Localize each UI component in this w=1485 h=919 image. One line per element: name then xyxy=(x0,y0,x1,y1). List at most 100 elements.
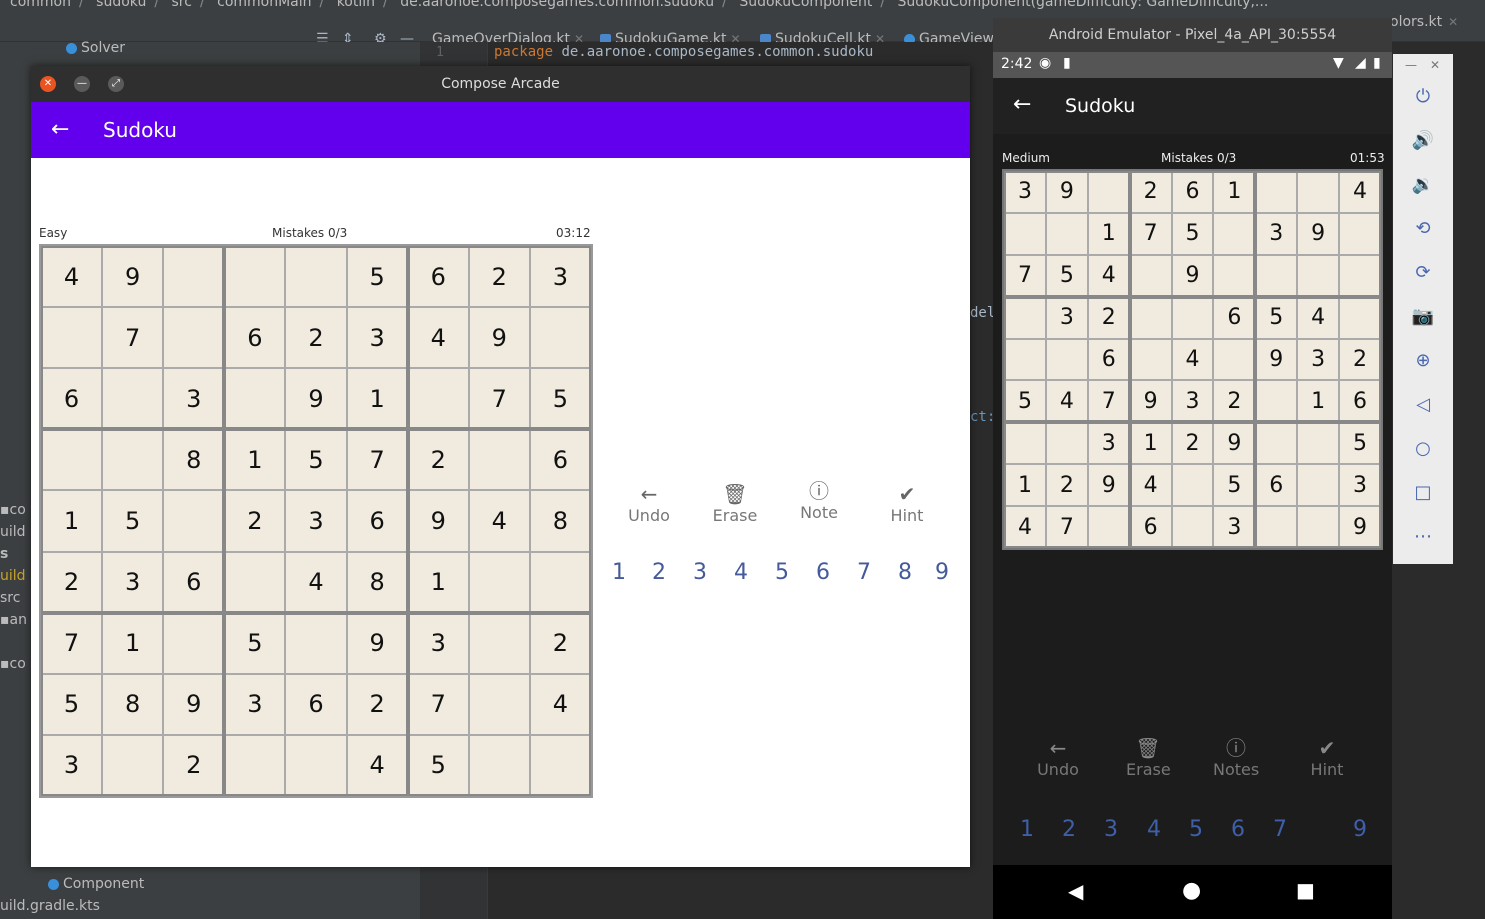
sudoku-cell[interactable]: 3 xyxy=(285,490,347,552)
power-icon[interactable]: ⏻ xyxy=(1411,86,1435,107)
sudoku-cell[interactable]: 4 xyxy=(1171,338,1214,381)
sudoku-cell[interactable]: 5 xyxy=(346,246,408,308)
sudoku-cell[interactable]: 1 xyxy=(224,429,286,491)
sudoku-cell[interactable] xyxy=(1171,296,1214,339)
sudoku-cell[interactable] xyxy=(224,368,286,430)
sudoku-cell[interactable]: 6 xyxy=(1129,506,1172,548)
sudoku-cell[interactable]: 6 xyxy=(1339,380,1381,423)
sudoku-cell[interactable] xyxy=(1339,296,1381,339)
sudoku-cell[interactable]: 9 xyxy=(1297,212,1340,255)
arrow-left-icon[interactable]: ← xyxy=(1013,92,1031,117)
breadcrumb-item[interactable]: SudokuComponent xyxy=(739,0,872,10)
sudoku-cell[interactable] xyxy=(163,246,225,308)
erase-button[interactable]: 🗑 Erase xyxy=(710,484,760,525)
sudoku-cell[interactable]: 6 xyxy=(1255,464,1298,507)
sudoku-cell[interactable] xyxy=(1087,506,1130,548)
sudoku-cell[interactable] xyxy=(1087,171,1130,213)
sudoku-cell[interactable]: 6 xyxy=(1171,171,1214,213)
sudoku-cell[interactable]: 9 xyxy=(1171,254,1214,297)
sudoku-cell[interactable]: 6 xyxy=(224,307,286,369)
sudoku-cell[interactable]: 9 xyxy=(346,612,408,674)
sudoku-cell[interactable]: 5 xyxy=(407,734,469,796)
project-item[interactable]: uild xyxy=(0,524,26,540)
project-item[interactable]: Solver xyxy=(66,40,125,56)
sudoku-cell[interactable]: 3 xyxy=(1297,338,1340,381)
sudoku-cell[interactable] xyxy=(224,246,286,308)
sudoku-cell[interactable]: 2 xyxy=(163,734,225,796)
sudoku-cell[interactable]: 1 xyxy=(1129,422,1172,465)
sudoku-cell[interactable]: 2 xyxy=(1087,296,1130,339)
sudoku-cell[interactable]: 2 xyxy=(224,490,286,552)
arrow-left-icon[interactable]: ← xyxy=(51,116,69,144)
sudoku-cell[interactable]: 5 xyxy=(1004,380,1046,423)
sudoku-cell[interactable]: 4 xyxy=(1297,296,1340,339)
sudoku-cell[interactable] xyxy=(468,612,530,674)
code-line[interactable]: package de.aaronoe.composegames.common.s… xyxy=(494,44,873,60)
sudoku-cell[interactable] xyxy=(1129,254,1172,297)
sudoku-cell[interactable]: 2 xyxy=(529,612,591,674)
sudoku-cell[interactable]: 1 xyxy=(346,368,408,430)
home-icon[interactable]: ● xyxy=(1182,878,1201,903)
sudoku-cell[interactable] xyxy=(468,429,530,491)
sudoku-cell[interactable] xyxy=(1213,338,1256,381)
sudoku-cell[interactable]: 7 xyxy=(1045,506,1088,548)
sudoku-cell[interactable]: 1 xyxy=(1087,212,1130,255)
undo-button[interactable]: ← Undo xyxy=(625,484,673,525)
sudoku-cell[interactable] xyxy=(529,551,591,613)
breadcrumb-item[interactable]: SudokuComponent(gameDifficulty: GameDiff… xyxy=(898,0,1269,10)
sudoku-cell[interactable] xyxy=(1297,464,1340,507)
sudoku-cell[interactable]: 7 xyxy=(407,673,469,735)
sudoku-cell[interactable]: 1 xyxy=(1213,171,1256,213)
numpad-1[interactable]: 1 xyxy=(1020,817,1034,842)
numpad-9[interactable]: 9 xyxy=(1353,817,1367,842)
sudoku-cell[interactable]: 4 xyxy=(346,734,408,796)
numpad-7[interactable]: 7 xyxy=(1273,817,1287,842)
numpad-3[interactable]: 3 xyxy=(1104,817,1118,842)
sudoku-cell[interactable] xyxy=(1045,422,1088,465)
sudoku-cell[interactable]: 9 xyxy=(285,368,347,430)
sudoku-cell[interactable]: 5 xyxy=(1255,296,1298,339)
sudoku-cell[interactable]: 3 xyxy=(1339,464,1381,507)
sudoku-cell[interactable]: 6 xyxy=(346,490,408,552)
sudoku-cell[interactable]: 5 xyxy=(41,673,103,735)
sudoku-cell[interactable] xyxy=(1255,380,1298,423)
sudoku-cell[interactable]: 1 xyxy=(41,490,103,552)
rotate-left-icon[interactable]: ⟲ xyxy=(1411,218,1435,239)
sudoku-cell[interactable]: 8 xyxy=(163,429,225,491)
sudoku-cell[interactable]: 7 xyxy=(468,368,530,430)
sudoku-cell[interactable]: 4 xyxy=(1004,506,1046,548)
sudoku-cell[interactable]: 5 xyxy=(1339,422,1381,465)
sudoku-cell[interactable]: 3 xyxy=(1213,506,1256,548)
volume-down-icon[interactable]: 🔉 xyxy=(1411,174,1435,195)
numpad-1[interactable]: 1 xyxy=(612,560,626,585)
sudoku-cell[interactable] xyxy=(407,368,469,430)
sudoku-cell[interactable]: 6 xyxy=(163,551,225,613)
numpad-5[interactable]: 5 xyxy=(775,560,789,585)
sudoku-cell[interactable]: 5 xyxy=(285,429,347,491)
overview-icon[interactable]: □ xyxy=(1411,482,1435,503)
sudoku-cell[interactable]: 2 xyxy=(407,429,469,491)
project-item[interactable]: ▪an xyxy=(0,612,27,628)
sudoku-cell[interactable]: 4 xyxy=(1087,254,1130,297)
sudoku-cell[interactable]: 6 xyxy=(1213,296,1256,339)
sudoku-cell[interactable]: 6 xyxy=(1087,338,1130,381)
sudoku-cell[interactable] xyxy=(1045,212,1088,255)
numpad-2[interactable]: 2 xyxy=(652,560,666,585)
numpad-4[interactable]: 4 xyxy=(1147,817,1161,842)
sudoku-cell[interactable] xyxy=(1255,171,1298,213)
sudoku-cell[interactable] xyxy=(285,246,347,308)
sudoku-cell[interactable] xyxy=(1255,422,1298,465)
numpad-6[interactable]: 6 xyxy=(1231,817,1245,842)
sudoku-cell[interactable]: 3 xyxy=(102,551,164,613)
sudoku-cell[interactable]: 2 xyxy=(1129,171,1172,213)
breadcrumb-item[interactable]: sudoku xyxy=(96,0,146,10)
sudoku-cell[interactable]: 6 xyxy=(285,673,347,735)
sudoku-cell[interactable] xyxy=(468,551,530,613)
sudoku-cell[interactable] xyxy=(1339,212,1381,255)
sudoku-cell[interactable] xyxy=(1171,464,1214,507)
sudoku-cell[interactable] xyxy=(41,429,103,491)
sudoku-cell[interactable]: 4 xyxy=(41,246,103,308)
sudoku-cell[interactable]: 9 xyxy=(1129,380,1172,423)
volume-up-icon[interactable]: 🔊 xyxy=(1411,130,1435,151)
sudoku-cell[interactable]: 3 xyxy=(407,612,469,674)
